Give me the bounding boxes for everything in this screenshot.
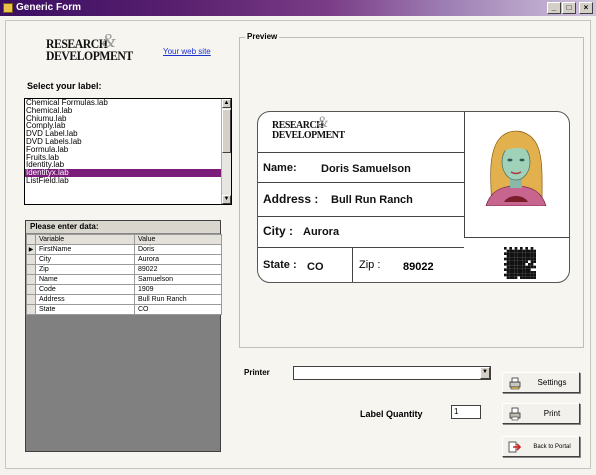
cell-variable[interactable]: Zip bbox=[35, 264, 135, 275]
card-name-value: Doris Samuelson bbox=[321, 163, 411, 175]
card-city-label: City : bbox=[263, 224, 293, 238]
maximize-button[interactable]: □ bbox=[562, 2, 576, 14]
quantity-input[interactable]: 1 bbox=[451, 405, 481, 419]
form-icon bbox=[3, 3, 13, 13]
card-logo-line-2: DEVELOPMENT bbox=[272, 129, 345, 142]
2d-barcode bbox=[504, 247, 536, 279]
settings-button-label: Settings bbox=[537, 378, 567, 387]
back-to-portal-button[interactable]: Back to Portal bbox=[502, 436, 580, 457]
settings-button[interactable]: Settings bbox=[502, 372, 580, 393]
table-row[interactable]: ▶ FirstName Doris bbox=[26, 244, 222, 255]
card-name-row: Name: Doris Samuelson bbox=[258, 152, 464, 183]
id-card-preview: RESEARCH DEVELOPMENT & Name: Doris Samue… bbox=[257, 111, 570, 283]
column-header-variable[interactable]: Variable bbox=[35, 234, 135, 245]
card-name-label: Name: bbox=[263, 162, 297, 174]
select-label-heading: Select your label: bbox=[27, 81, 102, 91]
card-zip-label: Zip : bbox=[359, 259, 381, 271]
cell-variable[interactable]: Name bbox=[35, 274, 135, 285]
card-logo-area: RESEARCH DEVELOPMENT & bbox=[258, 112, 464, 152]
card-logo: RESEARCH DEVELOPMENT & bbox=[272, 115, 345, 142]
scroll-down-icon[interactable]: ▼ bbox=[222, 195, 231, 204]
table-row[interactable]: State CO bbox=[26, 304, 222, 315]
card-state-value: CO bbox=[307, 261, 324, 273]
data-grid: Please enter data: Variable Value ▶ First… bbox=[25, 220, 222, 452]
row-header[interactable] bbox=[26, 254, 36, 265]
current-row-indicator-icon[interactable]: ▶ bbox=[26, 244, 36, 255]
row-header[interactable] bbox=[26, 294, 36, 305]
portrait-photo bbox=[482, 128, 550, 206]
cell-value[interactable]: 89022 bbox=[134, 264, 222, 275]
card-city-value: Aurora bbox=[303, 226, 340, 238]
cell-variable[interactable]: Address bbox=[35, 294, 135, 305]
printer-settings-icon bbox=[509, 377, 521, 390]
company-logo: RESEARCH DEVELOPMENT & bbox=[46, 31, 133, 63]
quantity-label: Label Quantity bbox=[360, 409, 423, 419]
close-button[interactable]: × bbox=[579, 2, 593, 14]
table-row[interactable]: City Aurora bbox=[26, 254, 222, 265]
cell-value[interactable]: 1909 bbox=[134, 284, 222, 295]
list-scrollbar[interactable]: ▲ ▼ bbox=[221, 99, 231, 204]
list-item[interactable]: ListField.lab bbox=[25, 177, 231, 185]
scroll-thumb[interactable] bbox=[222, 109, 231, 153]
cell-value[interactable]: Doris bbox=[134, 244, 222, 255]
logo-line-2: DEVELOPMENT bbox=[46, 47, 133, 63]
label-listbox[interactable]: Chemical Formulas.lab Chemical.lab Chiumu.… bbox=[24, 98, 232, 205]
row-header[interactable] bbox=[26, 284, 36, 295]
window-title: Generic Form bbox=[16, 2, 82, 13]
table-row[interactable]: Code 1909 bbox=[26, 284, 222, 295]
column-header-value[interactable]: Value bbox=[134, 234, 222, 245]
print-icon bbox=[509, 407, 521, 421]
row-header-corner bbox=[26, 234, 36, 245]
card-ampersand-glyph: & bbox=[317, 114, 328, 131]
exit-arrow-icon bbox=[508, 441, 522, 453]
card-photo-area bbox=[464, 112, 569, 238]
portal-button-label: Back to Portal bbox=[533, 444, 571, 450]
cell-value[interactable]: Samuelson bbox=[134, 274, 222, 285]
cell-value[interactable]: Bull Run Ranch bbox=[134, 294, 222, 305]
card-state-row: State : CO Zip : 89022 bbox=[258, 248, 464, 282]
row-header[interactable] bbox=[26, 304, 36, 315]
grid-caption: Please enter data: bbox=[26, 221, 220, 234]
card-city-row: City : Aurora bbox=[258, 217, 464, 248]
chevron-down-icon[interactable]: ▼ bbox=[480, 367, 490, 379]
minimize-button[interactable]: _ bbox=[547, 2, 561, 14]
cell-value[interactable]: CO bbox=[134, 304, 222, 315]
card-zip-divider bbox=[352, 248, 353, 282]
table-row[interactable]: Zip 89022 bbox=[26, 264, 222, 275]
website-link[interactable]: Your web site bbox=[163, 47, 211, 56]
table-row[interactable]: Name Samuelson bbox=[26, 274, 222, 285]
card-address-value: Bull Run Ranch bbox=[331, 194, 413, 206]
table-row[interactable]: Address Bull Run Ranch bbox=[26, 294, 222, 305]
scroll-up-icon[interactable]: ▲ bbox=[222, 99, 231, 108]
card-address-row: Address : Bull Run Ranch bbox=[258, 183, 464, 217]
row-header[interactable] bbox=[26, 264, 36, 275]
print-button-label: Print bbox=[543, 409, 561, 418]
card-address-label: Address : bbox=[263, 192, 319, 206]
title-bar: Generic Form _ □ × bbox=[0, 0, 596, 16]
printer-label: Printer bbox=[244, 368, 270, 377]
cell-variable[interactable]: City bbox=[35, 254, 135, 265]
cell-value[interactable]: Aurora bbox=[134, 254, 222, 265]
row-header[interactable] bbox=[26, 274, 36, 285]
printer-dropdown[interactable]: ▼ bbox=[293, 366, 491, 380]
cell-variable[interactable]: State bbox=[35, 304, 135, 315]
cell-variable[interactable]: FirstName bbox=[35, 244, 135, 255]
card-state-label: State : bbox=[263, 259, 297, 271]
card-zip-value: 89022 bbox=[403, 261, 434, 273]
cell-variable[interactable]: Code bbox=[35, 284, 135, 295]
ampersand-glyph: & bbox=[101, 30, 116, 52]
preview-legend: Preview bbox=[245, 32, 280, 41]
print-button[interactable]: Print bbox=[502, 403, 580, 424]
